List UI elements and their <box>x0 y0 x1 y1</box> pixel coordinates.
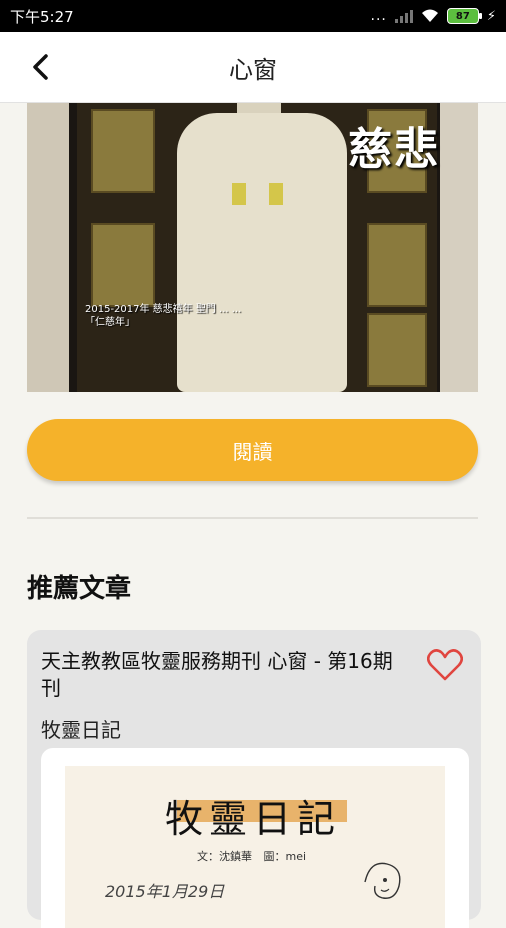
read-button[interactable]: 閱讀 <box>27 419 478 481</box>
thumbnail-byline: 文：沈鎮華 圖：mei <box>197 850 307 863</box>
app-bar: 心窗 <box>0 32 506 103</box>
status-time: 下午5:27 <box>10 7 74 26</box>
wifi-icon <box>421 9 438 22</box>
page-title: 心窗 <box>229 55 277 84</box>
notification-dots: ... <box>370 8 387 24</box>
magazine-cover-image[interactable]: 慈悲 2015-2017年 慈悲禧年 聖門 ... ... 「仁慈年」 <box>27 103 478 392</box>
section-title: 推薦文章 <box>27 574 132 604</box>
status-icons: ... 87 ⚡ <box>370 8 496 24</box>
article-thumbnail[interactable]: 牧靈日記 文：沈鎮華 圖：mei 2015年1月29日 <box>41 748 469 928</box>
cover-figure <box>177 113 347 392</box>
chevron-left-icon <box>33 54 48 80</box>
charging-icon: ⚡ <box>486 8 496 24</box>
signal-icon <box>394 9 413 23</box>
cover-wall-left <box>27 103 69 392</box>
cover-caption: 2015-2017年 慈悲禧年 聖門 ... ... 「仁慈年」 <box>85 304 242 328</box>
thumbnail-date: 2015年1月29日 <box>105 882 225 901</box>
cover-stole-mark <box>269 183 283 205</box>
back-button[interactable] <box>22 49 58 85</box>
thumbnail-handwritten-title: 牧靈日記 <box>165 797 342 841</box>
battery-level: 87 <box>455 10 470 22</box>
cover-stole-mark <box>232 183 246 205</box>
status-bar: 下午5:27 ... 87 ⚡ <box>0 0 506 32</box>
cover-wall-right <box>440 103 478 392</box>
sketch-face-icon <box>364 862 401 899</box>
divider <box>27 517 478 519</box>
thumbnail-paper: 牧靈日記 文：沈鎮華 圖：mei 2015年1月29日 <box>65 766 445 928</box>
heart-outline-icon[interactable] <box>427 648 463 682</box>
article-card[interactable]: 天主教教區牧靈服務期刊 心窗 - 第16期刊 牧靈日記 牧靈日記 文：沈鎮華 圖… <box>27 630 481 928</box>
article-subtitle: 牧靈日記 <box>41 718 121 742</box>
article-title: 天主教教區牧靈服務期刊 心窗 - 第16期刊 <box>41 649 393 700</box>
battery-icon: 87 <box>446 8 482 24</box>
cover-title: 慈悲 <box>348 124 440 175</box>
